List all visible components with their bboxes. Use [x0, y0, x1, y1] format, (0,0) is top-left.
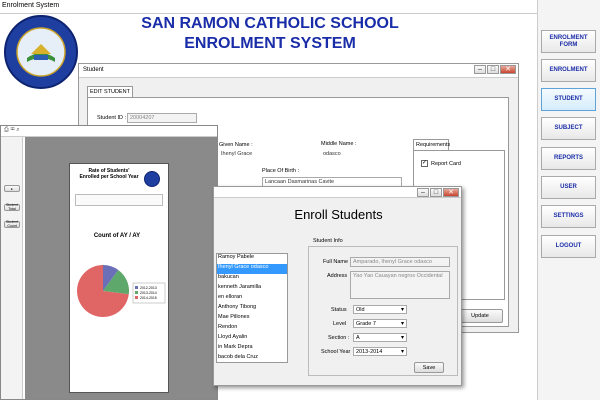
- pie-chart: 2012-20132013-20142014-2015: [77, 265, 166, 317]
- list-item[interactable]: Rendon: [217, 324, 287, 334]
- report-side-panel: [1, 137, 23, 399]
- legend-label: 2014-2015: [140, 296, 157, 300]
- full-name-label: Full Name :: [323, 259, 352, 265]
- minimize-icon[interactable]: –: [417, 188, 429, 197]
- sidebar-item-subject[interactable]: SUBJECT: [541, 117, 596, 140]
- enroll-window: – □ ✕ Enroll Students Ramoy Pabele Ihenyl…: [213, 186, 462, 386]
- list-item[interactable]: kenneth Jaramilla: [217, 284, 287, 294]
- full-name-field[interactable]: Amparado, Ihenyl Grace odasco: [350, 257, 450, 267]
- list-item[interactable]: Ihenyl Grace odasco: [217, 264, 287, 274]
- student-id-field[interactable]: 20004207: [127, 113, 197, 123]
- legend-label: 2013-2014: [140, 291, 157, 295]
- list-item[interactable]: in Mark Depra: [217, 344, 287, 354]
- list-item[interactable]: bakucan: [217, 274, 287, 284]
- student-id-label: Student ID :: [97, 115, 127, 121]
- middle-name-field[interactable]: odasco: [321, 150, 401, 160]
- school-name: SAN RAMON CATHOLIC SCHOOL: [141, 15, 399, 32]
- given-name-label: Given Name :: [219, 142, 253, 148]
- sidebar-item-settings[interactable]: SETTINGS: [541, 205, 596, 228]
- sidebar-item-user[interactable]: USER: [541, 176, 596, 199]
- sidebar-item-enrolment-form[interactable]: ENROLMENT FORM: [541, 30, 596, 53]
- sidebar-item-reports[interactable]: REPORTS: [541, 147, 596, 170]
- list-item[interactable]: Mae Pillones: [217, 314, 287, 324]
- school-logo: [3, 14, 79, 90]
- list-item[interactable]: Anthony Tibong: [217, 304, 287, 314]
- app-title: Enrolment System: [2, 2, 60, 9]
- status-select[interactable]: Old: [353, 305, 407, 314]
- student-total-button[interactable]: Student Total: [4, 203, 20, 211]
- system-name: ENROLMENT SYSTEM: [184, 35, 356, 52]
- update-button[interactable]: Update: [457, 309, 503, 323]
- report-card-label: Report Card: [431, 161, 461, 167]
- student-count-button[interactable]: Student Count: [4, 220, 20, 228]
- report-side-button[interactable]: ▸: [4, 185, 20, 192]
- section-label: Section :: [328, 335, 350, 341]
- middle-name-label: Middle Name :: [321, 141, 357, 147]
- list-item[interactable]: Lloyd Ayalin: [217, 334, 287, 344]
- app-title-bar: Enrolment System – □ ✕: [0, 0, 600, 14]
- report-logo: [144, 171, 160, 187]
- school-year-select[interactable]: 2013-2014: [353, 347, 407, 356]
- maximize-icon[interactable]: □: [487, 65, 499, 74]
- level-label: Level: [333, 321, 347, 327]
- legend-swatch: [135, 286, 138, 289]
- report-window: ⎙ ✉ ⌕ ▸ Student Total Student Count Rate…: [0, 125, 218, 400]
- list-item[interactable]: bacob dela Cruz: [217, 354, 287, 362]
- sidebar-item-student[interactable]: STUDENT: [541, 88, 596, 111]
- student-list[interactable]: Ramoy Pabele Ihenyl Grace odasco bakucan ke…: [216, 253, 288, 363]
- student-window-title: Student: [83, 67, 104, 73]
- minimize-icon[interactable]: –: [474, 65, 486, 74]
- list-item[interactable]: en elloran: [217, 294, 287, 304]
- address-field[interactable]: Yao Yao Cauayan negros Occidental: [350, 271, 450, 299]
- tab-edit-student[interactable]: EDIT STUDENT: [87, 86, 133, 97]
- report-card-checkbox[interactable]: ✓: [421, 160, 428, 167]
- maximize-icon[interactable]: □: [430, 188, 442, 197]
- level-select[interactable]: Grade 7: [353, 319, 407, 328]
- save-button[interactable]: Save: [414, 362, 444, 373]
- legend-label: 2012-2013: [140, 286, 157, 290]
- close-icon[interactable]: ✕: [500, 65, 516, 74]
- report-header-box: [75, 194, 163, 206]
- status-label: Status: [331, 307, 347, 313]
- sidebar-item-logout[interactable]: LOGOUT: [541, 235, 596, 258]
- place-of-birth-label: Place Of Birth :: [262, 168, 299, 174]
- report-title: Rate of Students' Enrolled per School Ye…: [79, 168, 139, 180]
- sidebar-item-enrolment[interactable]: ENROLMENT: [541, 59, 596, 82]
- section-select[interactable]: A: [353, 333, 407, 342]
- legend-swatch: [135, 291, 138, 294]
- print-icon[interactable]: ⎙ ✉ ⌕: [4, 127, 20, 134]
- school-year-label: School Year: [321, 349, 351, 355]
- list-item[interactable]: Ramoy Pabele: [217, 254, 287, 264]
- given-name-field[interactable]: Ihenyl Grace: [219, 150, 314, 160]
- tab-requirements[interactable]: Requirements: [413, 139, 450, 150]
- close-icon[interactable]: ✕: [443, 188, 459, 197]
- chart-title: Count of AY / AY: [93, 233, 141, 239]
- address-label: Address: [327, 273, 348, 279]
- student-info-label: Student Info: [313, 238, 343, 244]
- legend-swatch: [135, 296, 138, 299]
- enroll-title: Enroll Students: [294, 207, 383, 222]
